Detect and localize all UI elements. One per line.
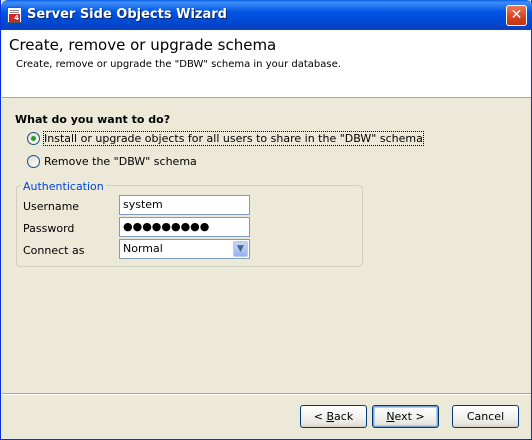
question-label: What do you want to do? (15, 113, 171, 126)
next-button[interactable]: Next > (372, 405, 439, 428)
cancel-button[interactable]: Cancel (452, 405, 519, 428)
authentication-legend: Authentication (21, 180, 106, 193)
password-field[interactable]: ●●●●●●●●● (119, 217, 250, 237)
connect-as-select[interactable]: Normal ▼ (119, 239, 250, 259)
radio-install[interactable] (27, 131, 40, 145)
option-remove-label[interactable]: Remove the "DBW" schema (44, 155, 197, 168)
connect-as-value: Normal (123, 242, 163, 255)
wizard-header: Create, remove or upgrade schema Create,… (2, 30, 531, 98)
title-bar[interactable]: 4 Server Side Objects Wizard ✕ (1, 0, 532, 30)
back-button[interactable]: < Back (300, 405, 367, 428)
page-title: Create, remove or upgrade schema (9, 36, 277, 54)
footer-separator (2, 393, 531, 395)
option-install-label[interactable]: Install or upgrade objects for all users… (43, 130, 424, 146)
radio-remove[interactable] (27, 154, 40, 168)
option-remove[interactable]: Remove the "DBW" schema (27, 153, 197, 169)
chevron-down-icon[interactable]: ▼ (233, 241, 248, 257)
app-icon: 4 (7, 7, 22, 23)
username-field[interactable]: system (119, 195, 250, 215)
close-icon[interactable]: ✕ (506, 5, 527, 26)
username-label: Username (23, 200, 80, 213)
wizard-window: 4 Server Side Objects Wizard ✕ Create, r… (0, 0, 532, 440)
password-label: Password (23, 222, 75, 235)
page-subtitle: Create, remove or upgrade the "DBW" sche… (16, 59, 341, 70)
option-install[interactable]: Install or upgrade objects for all users… (27, 130, 424, 146)
window-title: Server Side Objects Wizard (27, 7, 227, 22)
connect-as-label: Connect as (23, 244, 85, 257)
